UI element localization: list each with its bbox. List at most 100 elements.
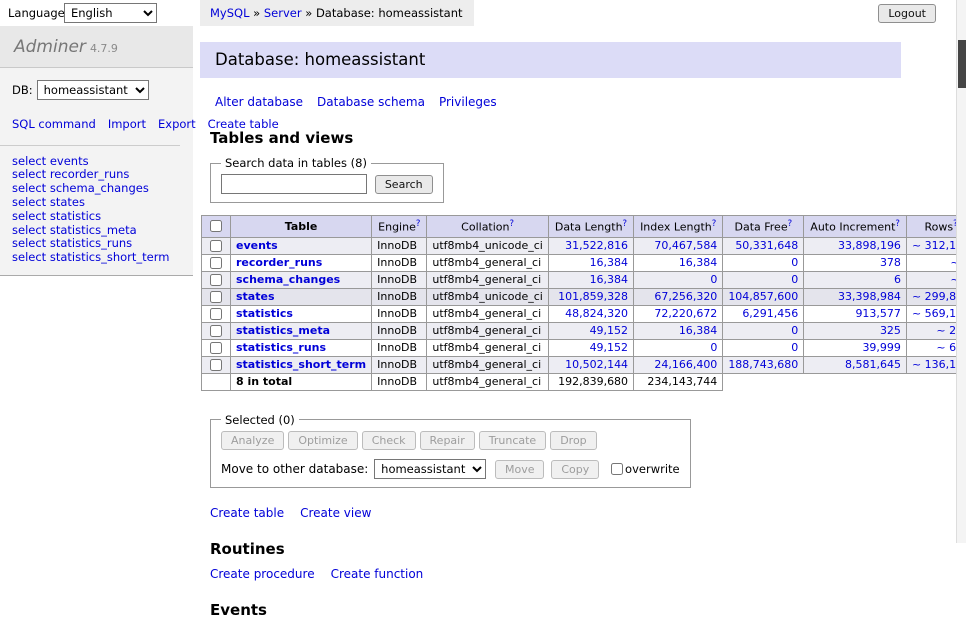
scrollbar-thumb[interactable] bbox=[958, 40, 966, 88]
sidebar-item-select-statistics-short-term[interactable]: select statistics_short_term bbox=[12, 251, 181, 265]
select-all-checkbox[interactable] bbox=[210, 220, 222, 232]
auto-increment-link[interactable]: 6 bbox=[894, 273, 901, 286]
data-free-link[interactable]: 0 bbox=[791, 273, 798, 286]
row-checkbox[interactable] bbox=[210, 342, 222, 354]
create-procedure[interactable]: Create procedure bbox=[210, 567, 315, 581]
scrollbar[interactable] bbox=[956, 0, 966, 543]
table-name-link[interactable]: statistics_meta bbox=[236, 324, 330, 337]
sidebar-item-select-recorder-runs[interactable]: select recorder_runs bbox=[12, 168, 181, 182]
sidebar-item-select-schema-changes[interactable]: select schema_changes bbox=[12, 182, 181, 196]
sidebar-item-select-events[interactable]: select events bbox=[12, 155, 181, 169]
row-checkbox[interactable] bbox=[210, 308, 222, 320]
optimize-button[interactable]: Optimize bbox=[288, 431, 357, 450]
help-icon[interactable]: ? bbox=[712, 219, 717, 229]
move-button[interactable]: Move bbox=[495, 460, 545, 479]
row-checkbox[interactable] bbox=[210, 257, 222, 269]
repair-button[interactable]: Repair bbox=[420, 431, 475, 450]
help-icon[interactable]: ? bbox=[416, 219, 421, 229]
help-icon[interactable]: ? bbox=[510, 219, 515, 229]
data-free-link[interactable]: 0 bbox=[791, 256, 798, 269]
data-free-link[interactable]: 188,743,680 bbox=[728, 358, 798, 371]
truncate-button[interactable]: Truncate bbox=[479, 431, 546, 450]
breadcrumb-link-server[interactable]: Server bbox=[264, 6, 302, 20]
data-free-link[interactable]: 50,331,648 bbox=[735, 239, 798, 252]
row-checkbox[interactable] bbox=[210, 359, 222, 371]
data-length-link[interactable]: 31,522,816 bbox=[565, 239, 628, 252]
help-icon[interactable]: ? bbox=[788, 219, 793, 229]
select-all-cell bbox=[202, 216, 231, 238]
table-name-cell: statistics_short_term bbox=[231, 356, 372, 373]
table-name-link[interactable]: events bbox=[236, 239, 278, 252]
auto-increment-link[interactable]: 913,577 bbox=[855, 307, 901, 320]
data-free-link[interactable]: 0 bbox=[791, 324, 798, 337]
logout-button[interactable]: Logout bbox=[878, 4, 936, 23]
auto-increment-link[interactable]: 378 bbox=[880, 256, 901, 269]
sidebar-item-select-statistics[interactable]: select statistics bbox=[12, 210, 181, 224]
data-free-link[interactable]: 0 bbox=[791, 341, 798, 354]
data-length-link[interactable]: 16,384 bbox=[590, 256, 629, 269]
sidebar-item-select-statistics-runs[interactable]: select statistics_runs bbox=[12, 237, 181, 251]
create-table[interactable]: Create table bbox=[210, 506, 284, 520]
data-length-link[interactable]: 101,859,328 bbox=[558, 290, 628, 303]
language-select[interactable]: English bbox=[64, 3, 157, 23]
auto-increment-link[interactable]: 33,398,984 bbox=[838, 290, 901, 303]
index-length-link[interactable]: 70,467,584 bbox=[654, 239, 717, 252]
database-schema[interactable]: Database schema bbox=[317, 95, 425, 109]
row-checkbox[interactable] bbox=[210, 240, 222, 252]
tables-body: eventsInnoDButf8mb4_unicode_ci31,522,816… bbox=[202, 237, 966, 390]
move-db-select[interactable]: homeassistant bbox=[374, 459, 486, 479]
index-length-link[interactable]: 67,256,320 bbox=[654, 290, 717, 303]
table-name-link[interactable]: recorder_runs bbox=[236, 256, 322, 269]
index-length-link[interactable]: 16,384 bbox=[679, 324, 718, 337]
data-length-link[interactable]: 48,824,320 bbox=[565, 307, 628, 320]
create-view[interactable]: Create view bbox=[300, 506, 371, 520]
data-free-link[interactable]: 6,291,456 bbox=[742, 307, 798, 320]
row-checkbox[interactable] bbox=[210, 274, 222, 286]
copy-button[interactable]: Copy bbox=[551, 460, 599, 479]
auto-increment-link[interactable]: 8,581,645 bbox=[845, 358, 901, 371]
move-label: Move to other database: bbox=[221, 462, 368, 476]
index-length-link[interactable]: 0 bbox=[710, 341, 717, 354]
privileges[interactable]: Privileges bbox=[439, 95, 497, 109]
help-icon[interactable]: ? bbox=[623, 219, 628, 229]
db-select[interactable]: homeassistant bbox=[37, 80, 149, 100]
data-length-link[interactable]: 16,384 bbox=[590, 273, 629, 286]
table-name-link[interactable]: statistics bbox=[236, 307, 293, 320]
auto-increment-link[interactable]: 33,898,196 bbox=[838, 239, 901, 252]
analyze-button[interactable]: Analyze bbox=[221, 431, 284, 450]
check-button[interactable]: Check bbox=[362, 431, 416, 450]
index-length-link[interactable]: 24,166,400 bbox=[654, 358, 717, 371]
sidebar-item-select-statistics-meta[interactable]: select statistics_meta bbox=[12, 224, 181, 238]
sidebar-link-sql-command[interactable]: SQL command bbox=[12, 117, 96, 131]
data-free-link[interactable]: 104,857,600 bbox=[728, 290, 798, 303]
data-length-link[interactable]: 10,502,144 bbox=[565, 358, 628, 371]
drop-button[interactable]: Drop bbox=[550, 431, 596, 450]
overwrite-checkbox[interactable] bbox=[611, 463, 623, 475]
alter-database[interactable]: Alter database bbox=[215, 95, 303, 109]
table-name-link[interactable]: states bbox=[236, 290, 275, 303]
data-length-link[interactable]: 49,152 bbox=[590, 324, 629, 337]
row-select-cell bbox=[202, 288, 231, 305]
sidebar-link-import[interactable]: Import bbox=[108, 117, 146, 131]
table-name-link[interactable]: schema_changes bbox=[236, 273, 340, 286]
row-checkbox[interactable] bbox=[210, 291, 222, 303]
index-length-cell: 16,384 bbox=[634, 254, 723, 271]
sidebar-item-select-states[interactable]: select states bbox=[12, 196, 181, 210]
tables-heading: Tables and views bbox=[210, 129, 901, 147]
create-function[interactable]: Create function bbox=[331, 567, 424, 581]
index-length-link[interactable]: 16,384 bbox=[679, 256, 718, 269]
index-length-link[interactable]: 72,220,672 bbox=[654, 307, 717, 320]
row-checkbox[interactable] bbox=[210, 325, 222, 337]
search-input[interactable] bbox=[221, 174, 367, 194]
table-name-link[interactable]: statistics_runs bbox=[236, 341, 326, 354]
help-icon[interactable]: ? bbox=[895, 219, 900, 229]
table-name-link[interactable]: statistics_short_term bbox=[236, 358, 366, 371]
auto-increment-link[interactable]: 325 bbox=[880, 324, 901, 337]
search-button[interactable]: Search bbox=[375, 175, 433, 194]
breadcrumb-link-mysql[interactable]: MySQL bbox=[210, 6, 250, 20]
sidebar-link-export[interactable]: Export bbox=[158, 117, 196, 131]
data-length-link[interactable]: 49,152 bbox=[590, 341, 629, 354]
row-select-cell bbox=[202, 237, 231, 254]
auto-increment-link[interactable]: 39,999 bbox=[862, 341, 901, 354]
index-length-link[interactable]: 0 bbox=[710, 273, 717, 286]
